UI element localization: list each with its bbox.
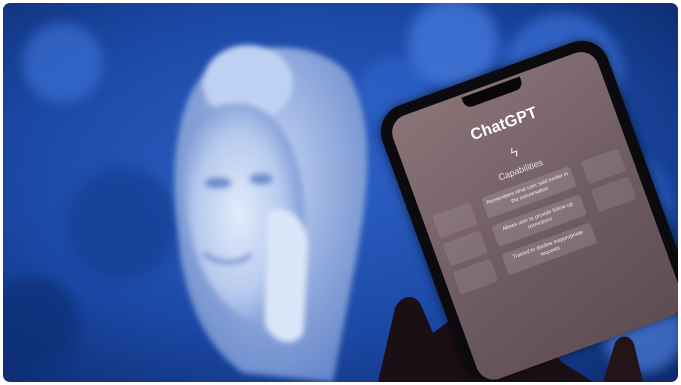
side-card xyxy=(452,258,499,295)
photo-frame: ChatGPT ϟ Capabilities Remembers what us… xyxy=(3,3,678,382)
side-card xyxy=(590,176,637,213)
